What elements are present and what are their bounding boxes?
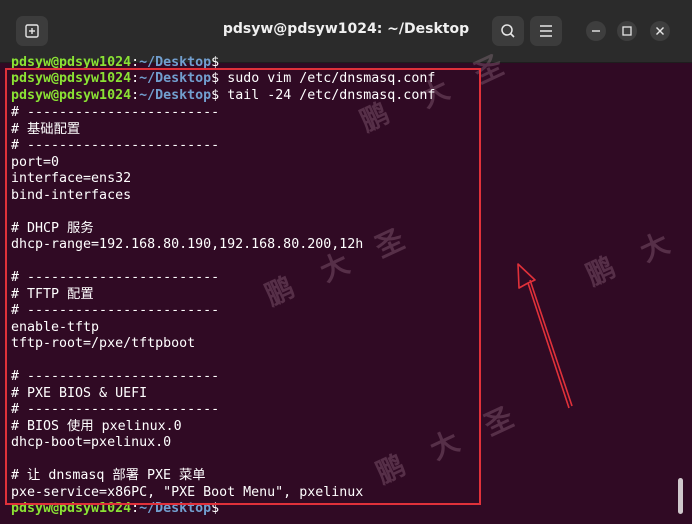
scrollbar-thumb[interactable] [678, 478, 683, 514]
annotation-arrow-icon [517, 263, 573, 409]
terminal-window: pdsyw@pdsyw1024: ~/Desktop 鹏 大 圣 鹏 大 圣 鹏… [0, 0, 692, 524]
